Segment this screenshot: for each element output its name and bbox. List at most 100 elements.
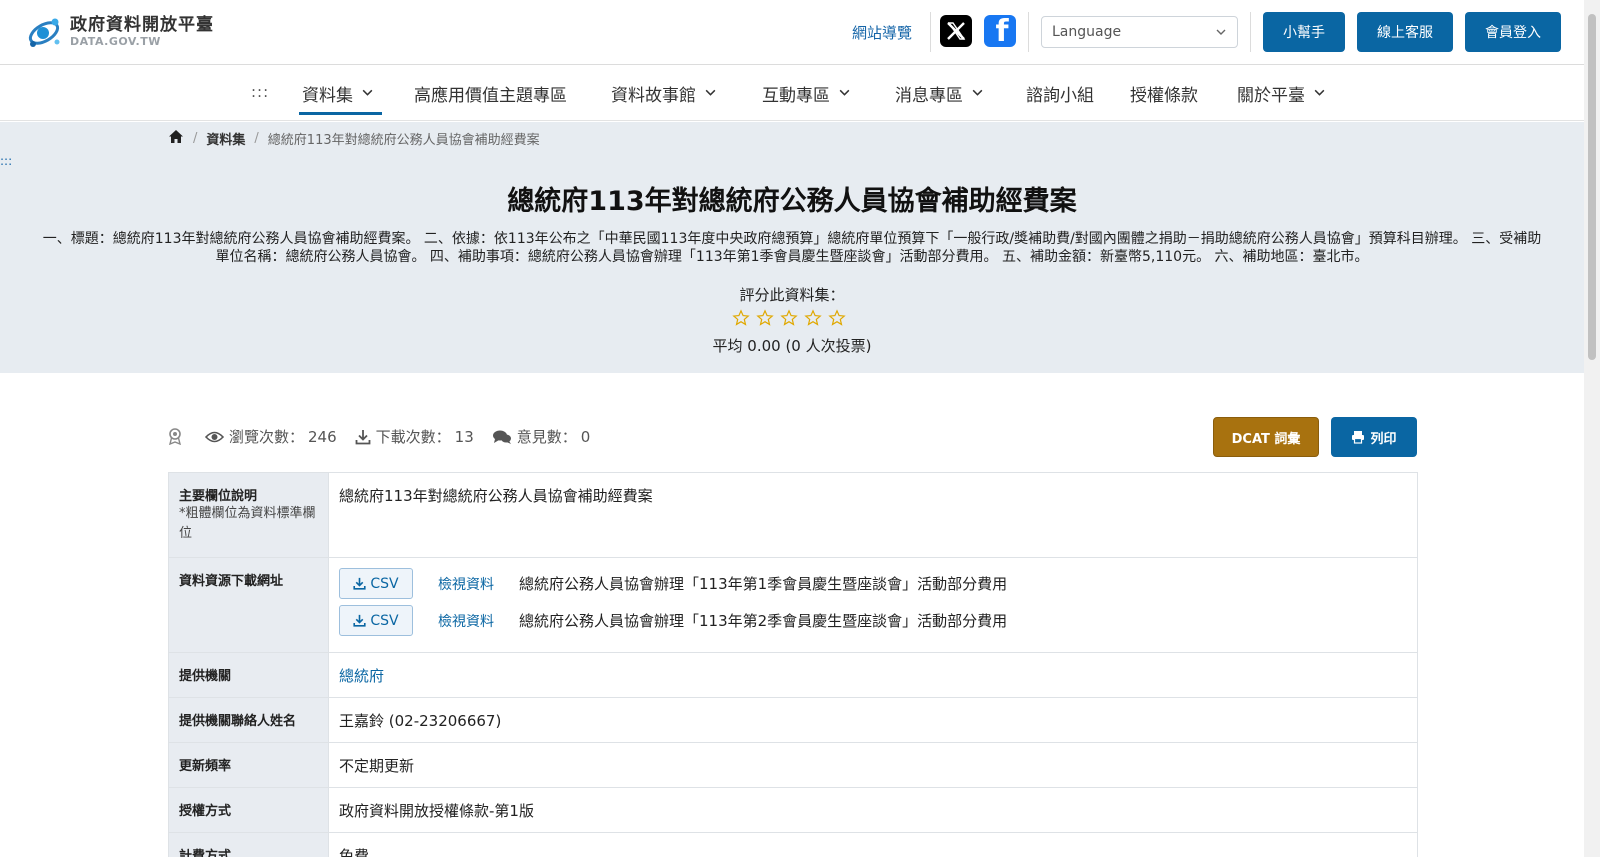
- chevron-down-icon: [704, 84, 717, 104]
- chevron-down-icon: [1215, 26, 1227, 42]
- rating-stars: [732, 309, 846, 331]
- site-logo[interactable]: 政府資料開放平臺 DATA.GOV.TW: [24, 12, 214, 52]
- fee-value: 免費: [339, 847, 370, 857]
- divider: [1028, 12, 1029, 52]
- breadcrumb-separator: /: [254, 131, 259, 146]
- nav-accesskey[interactable]: :::: [251, 83, 269, 101]
- view-data-link[interactable]: 檢視資料: [438, 611, 494, 631]
- star-icon[interactable]: [756, 309, 774, 331]
- nav-item-license[interactable]: 授權條款: [1130, 81, 1198, 106]
- csv-download-button[interactable]: CSV: [339, 568, 413, 599]
- views-label: 瀏覽次數：: [229, 428, 305, 446]
- helper-button[interactable]: 小幫手: [1263, 12, 1345, 52]
- downloads-count: 13: [454, 427, 474, 446]
- comments-label: 意見數：: [516, 428, 577, 446]
- nav-item-label: 互動專區: [762, 86, 830, 106]
- content-accesskey[interactable]: :::: [0, 154, 12, 168]
- chevron-down-icon: [361, 84, 374, 104]
- eye-icon: [205, 431, 224, 442]
- site-header: 政府資料開放平臺 DATA.GOV.TW 網站導覽 f Language 小幫手…: [0, 0, 1584, 65]
- views-count: 246: [308, 427, 337, 446]
- provider-link[interactable]: 總統府: [339, 667, 384, 685]
- comments-stat: 意見數： 0: [492, 426, 590, 447]
- dataset-hero: / 資料集 / 總統府113年對總統府公務人員協會補助經費案 ::: 總統府11…: [0, 122, 1584, 373]
- fee-label: 計費方式: [169, 833, 329, 857]
- divider: [930, 12, 931, 52]
- main-nav: ::: 資料集 高應用價值主題專區 資料故事館 互動專區 消息專區 諮詢小組 授…: [0, 65, 1584, 121]
- table-row: 提供機關聯絡人姓名 王嘉鈴 (02-23206667): [169, 698, 1417, 743]
- print-label: 列印: [1370, 431, 1397, 447]
- nav-item-about[interactable]: 關於平臺: [1237, 81, 1326, 106]
- print-button[interactable]: 列印: [1331, 417, 1417, 457]
- table-row: 主要欄位說明 *粗體欄位為資料標準欄位 總統府113年對總統府公務人員協會補助經…: [169, 473, 1417, 558]
- star-icon[interactable]: [804, 309, 822, 331]
- download-icon: [353, 577, 366, 590]
- resources-cell: CSV 檢視資料 總統府公務人員協會辦理「113年第1季會員慶生暨座談會」活動部…: [329, 558, 1417, 652]
- star-icon[interactable]: [780, 309, 798, 331]
- nav-item-datasets[interactable]: 資料集: [302, 81, 374, 106]
- dcat-vocabulary-button[interactable]: DCAT 詞彙: [1213, 417, 1319, 457]
- resource-description: 總統府公務人員協會辦理「113年第2季會員慶生暨座談會」活動部分費用: [519, 612, 1008, 630]
- comments-icon: [492, 430, 511, 444]
- table-row: 提供機關 總統府: [169, 653, 1417, 698]
- breadcrumb-current: 總統府113年對總統府公務人員協會補助經費案: [267, 133, 540, 148]
- sitemap-link[interactable]: 網站導覽: [852, 22, 912, 43]
- facebook-icon[interactable]: f: [984, 15, 1016, 47]
- online-service-button[interactable]: 線上客服: [1357, 12, 1453, 52]
- page-title: 總統府113年對總統府公務人員協會補助經費案: [507, 186, 1077, 217]
- nav-item-news[interactable]: 消息專區: [895, 81, 984, 106]
- language-select[interactable]: Language: [1041, 16, 1238, 48]
- chevron-down-icon: [1313, 84, 1326, 104]
- dataset-info-table: 主要欄位說明 *粗體欄位為資料標準欄位 總統府113年對總統府公務人員協會補助經…: [168, 472, 1418, 857]
- table-row: 更新頻率 不定期更新: [169, 743, 1417, 788]
- rating-label: 評分此資料集：: [739, 286, 845, 304]
- nav-item-high-value[interactable]: 高應用價值主題專區: [414, 81, 567, 106]
- nav-item-advisory[interactable]: 諮詢小組: [1026, 81, 1094, 106]
- resource-item: CSV 檢視資料 總統府公務人員協會辦理「113年第2季會員慶生暨座談會」活動部…: [339, 605, 1407, 636]
- provider-label: 提供機關: [169, 653, 329, 697]
- nav-item-label: 關於平臺: [1237, 86, 1305, 106]
- star-icon[interactable]: [828, 309, 846, 331]
- table-row: 計費方式 免費: [169, 833, 1417, 857]
- csv-download-button[interactable]: CSV: [339, 605, 413, 636]
- download-icon: [353, 614, 366, 627]
- nav-active-indicator: [299, 112, 382, 115]
- divider: [1250, 12, 1251, 52]
- scrollbar-thumb[interactable]: [1588, 14, 1596, 360]
- star-icon[interactable]: [732, 309, 750, 331]
- nav-item-stories[interactable]: 資料故事館: [611, 81, 717, 106]
- table-row: 授權方式 政府資料開放授權條款-第1版: [169, 788, 1417, 833]
- chevron-down-icon: [971, 84, 984, 104]
- contact-label: 提供機關聯絡人姓名: [169, 698, 329, 742]
- table-row: 資料資源下載網址 CSV 檢視資料 總統府公務人員協會辦理「113年第1季會員慶…: [169, 558, 1417, 653]
- table-header-cell: 主要欄位說明 *粗體欄位為資料標準欄位: [169, 473, 329, 557]
- page-scrollbar[interactable]: [1584, 0, 1600, 857]
- download-icon: [355, 429, 371, 444]
- dataset-stats: 瀏覽次數： 246 下載次數： 13 意見數： 0: [168, 426, 608, 447]
- nav-item-label: 諮詢小組: [1026, 86, 1094, 106]
- breadcrumb-separator: /: [193, 131, 198, 146]
- dataset-description: 一、標題：總統府113年對總統府公務人員協會補助經費案。 二、依據：依113年公…: [42, 231, 1542, 265]
- logo-subtitle: DATA.GOV.TW: [70, 35, 161, 48]
- printer-icon: [1352, 431, 1365, 444]
- member-login-button[interactable]: 會員登入: [1465, 12, 1561, 52]
- contact-value: 王嘉鈴 (02-23206667): [339, 712, 502, 730]
- home-icon[interactable]: [168, 129, 184, 148]
- views-stat: 瀏覽次數： 246: [205, 426, 337, 447]
- chevron-down-icon: [838, 84, 851, 104]
- globe-logo-icon: [24, 12, 64, 52]
- breadcrumb-datasets[interactable]: 資料集: [206, 129, 245, 148]
- main-field-value: 總統府113年對總統府公務人員協會補助經費案: [339, 487, 653, 505]
- csv-label: CSV: [370, 612, 399, 629]
- nav-item-interactive[interactable]: 互動專區: [762, 81, 851, 106]
- nav-item-label: 消息專區: [895, 86, 963, 106]
- nav-item-label: 資料故事館: [611, 86, 696, 106]
- license-label: 授權方式: [169, 788, 329, 832]
- view-data-link[interactable]: 檢視資料: [438, 574, 494, 594]
- csv-label: CSV: [370, 575, 399, 592]
- frequency-label: 更新頻率: [169, 743, 329, 787]
- resource-item: CSV 檢視資料 總統府公務人員協會辦理「113年第1季會員慶生暨座談會」活動部…: [339, 568, 1407, 599]
- resources-label: 資料資源下載網址: [169, 558, 329, 652]
- frequency-value: 不定期更新: [339, 757, 415, 775]
- x-twitter-icon[interactable]: [940, 15, 972, 47]
